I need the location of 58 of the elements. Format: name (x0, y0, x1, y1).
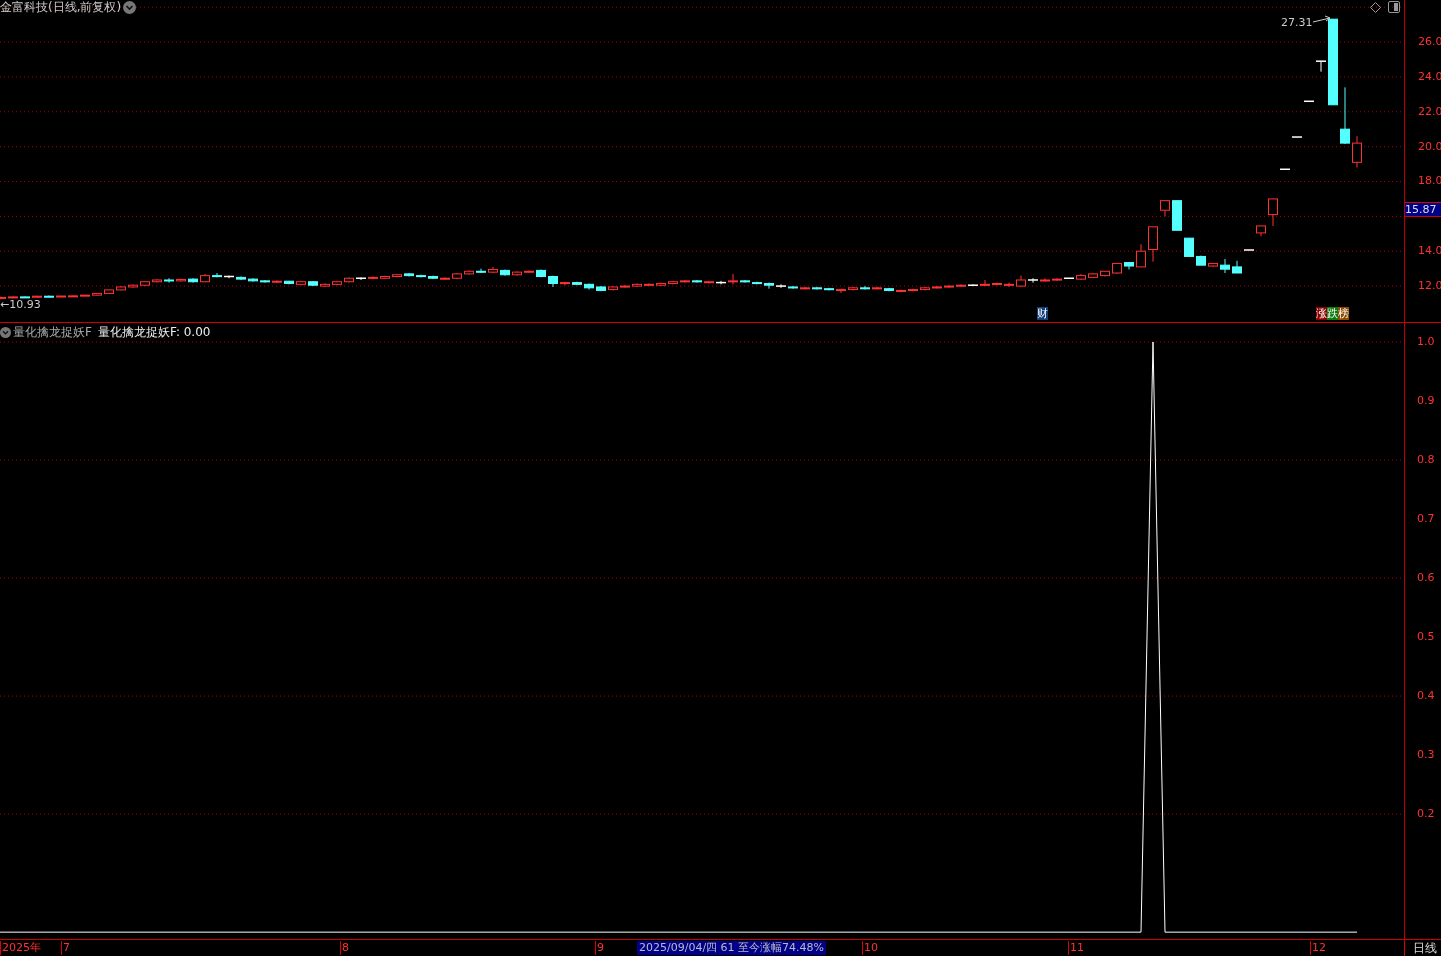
dropdown-icon[interactable] (123, 1, 136, 14)
candlestick (1340, 86, 1350, 145)
price-tick-label: 14.0 (1418, 244, 1441, 258)
indicator-tick-label: 0.9 (1417, 393, 1435, 407)
candlestick (1268, 198, 1278, 227)
candlestick (164, 277, 174, 284)
chart-title: 金富科技(日线,前复权) (0, 0, 122, 14)
indicator-value: 量化擒龙捉妖F: 0.00 (97, 323, 211, 341)
high-price-label: 27.31 (1281, 16, 1313, 29)
last-price-tag: 15.87 (1405, 202, 1441, 217)
indicator-tick-label: 0.7 (1417, 511, 1435, 525)
indicator-name: 量化擒龙捉妖F (13, 323, 92, 341)
candlestick (476, 268, 486, 274)
date-range-label: 2025/09/04/四 61 至今涨幅74.48% (637, 941, 827, 955)
price-tick-label: 20.0 (1418, 139, 1441, 153)
month-label: 11 (1068, 941, 1084, 955)
indicator-tick-label: 0.6 (1417, 570, 1435, 584)
indicator-tick-label: 0.3 (1417, 747, 1435, 761)
candlestick (764, 282, 774, 290)
indicator-tick-label: 0.5 (1417, 629, 1435, 643)
month-label: 9 (595, 941, 604, 955)
month-label: 10 (862, 941, 878, 955)
candlestick (1315, 60, 1327, 73)
finance-badge[interactable]: 财 (1037, 307, 1048, 320)
price-tick-label: 24.0 (1418, 69, 1441, 83)
price-tick-label: 26.0 (1418, 35, 1441, 48)
dropdown-icon[interactable] (0, 326, 11, 338)
candlestick (1184, 237, 1194, 257)
candlestick (1136, 243, 1146, 268)
candlestick (836, 288, 846, 294)
panel-icon[interactable] (1388, 1, 1400, 13)
candlestick (1352, 135, 1362, 169)
indicator-tick-label: 0.4 (1417, 688, 1435, 702)
candlestick (584, 282, 594, 291)
indicator-tick-label: 0.2 (1417, 806, 1435, 820)
month-label: 8 (340, 941, 349, 955)
candlestick (1027, 277, 1039, 284)
candlestick (860, 285, 870, 291)
indicator-tick-label: 0.8 (1417, 452, 1435, 466)
indicator-tick-label: 1.0 (1417, 334, 1435, 348)
month-label: 2025年 (0, 941, 41, 955)
candlestick (728, 273, 738, 285)
period-label[interactable]: 日线 (1404, 940, 1441, 956)
diamond-icon[interactable] (1370, 2, 1381, 13)
low-price-label: ←10.93 (0, 298, 41, 311)
candlestick (1148, 226, 1158, 263)
month-label: 7 (61, 941, 70, 955)
candlestick (212, 272, 222, 278)
price-tick-label: 18.0 (1418, 174, 1441, 188)
candlestick (1004, 282, 1014, 288)
ranking-badge[interactable]: 涨跌榜 (1316, 307, 1349, 320)
candlestick (775, 283, 787, 289)
candlestick (1220, 258, 1230, 274)
arrow-icon (1312, 15, 1331, 23)
candlestick (980, 279, 990, 287)
price-tick-label: 12.0 (1418, 279, 1441, 293)
price-tick-label: 22.0 (1418, 104, 1441, 118)
month-label: 12 (1310, 941, 1326, 955)
